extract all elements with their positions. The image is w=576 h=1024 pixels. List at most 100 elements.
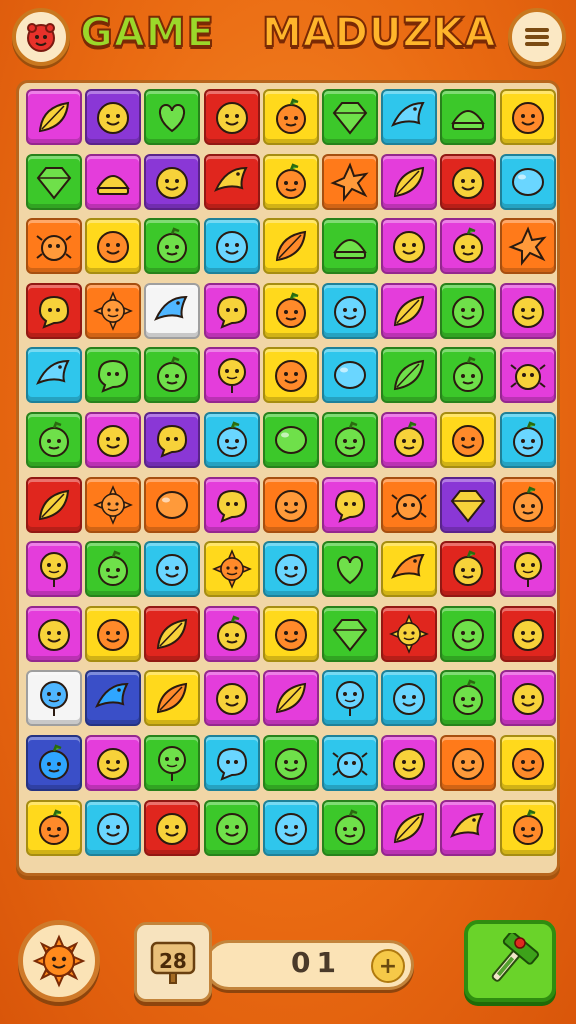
board-tile[interactable]: [26, 670, 82, 727]
board-tile[interactable]: [499, 670, 556, 727]
board-tile[interactable]: [381, 347, 438, 404]
board-tile[interactable]: [85, 218, 142, 275]
board-tile[interactable]: [144, 218, 201, 275]
logo-button[interactable]: [12, 8, 70, 66]
board-tile[interactable]: [85, 153, 142, 210]
board-tile[interactable]: [85, 282, 142, 339]
board-tile[interactable]: [203, 670, 260, 727]
board-tile[interactable]: [440, 153, 497, 210]
board-tile[interactable]: [381, 282, 438, 339]
board-tile[interactable]: [381, 218, 438, 275]
board-tile[interactable]: [381, 735, 438, 791]
board-tile[interactable]: [203, 282, 260, 339]
board-tile[interactable]: [85, 541, 142, 598]
board-tile[interactable]: [26, 476, 82, 533]
board-tile[interactable]: [203, 799, 260, 856]
board-tile[interactable]: [322, 347, 378, 404]
board-tile[interactable]: [262, 799, 319, 856]
board-tile[interactable]: [262, 541, 319, 598]
board-tile[interactable]: [144, 89, 201, 145]
board-tile[interactable]: [322, 605, 378, 662]
board-tile[interactable]: [26, 412, 82, 468]
board-tile[interactable]: [85, 412, 142, 468]
board-tile[interactable]: [262, 670, 319, 727]
board-tile[interactable]: [144, 735, 201, 791]
board-tile[interactable]: [440, 347, 497, 404]
board-tile[interactable]: [440, 218, 497, 275]
board-tile[interactable]: [381, 670, 438, 727]
board-tile[interactable]: [381, 89, 438, 145]
board-tile[interactable]: [26, 153, 82, 210]
board-tile[interactable]: [499, 89, 556, 145]
board-tile[interactable]: [203, 89, 260, 145]
board-tile[interactable]: [381, 476, 438, 533]
board-tile[interactable]: [322, 735, 378, 791]
board-tile[interactable]: [85, 347, 142, 404]
board-tile[interactable]: [499, 282, 556, 339]
board-tile[interactable]: [499, 541, 556, 598]
board-tile[interactable]: [144, 347, 201, 404]
board-tile[interactable]: [203, 412, 260, 468]
board-tile[interactable]: [203, 153, 260, 210]
board-tile[interactable]: [440, 412, 497, 468]
board-tile[interactable]: [322, 799, 378, 856]
board-tile[interactable]: [26, 218, 82, 275]
board-tile[interactable]: [499, 605, 556, 662]
board-tile[interactable]: [322, 670, 378, 727]
board-tile[interactable]: [85, 799, 142, 856]
board-tile[interactable]: [322, 476, 378, 533]
board-tile[interactable]: [203, 605, 260, 662]
board-tile[interactable]: [262, 282, 319, 339]
board-tile[interactable]: [322, 153, 378, 210]
board-tile[interactable]: [144, 282, 201, 339]
board-tile[interactable]: [262, 476, 319, 533]
board-tile[interactable]: [262, 153, 319, 210]
board-tile[interactable]: [26, 605, 82, 662]
board-tile[interactable]: [440, 541, 497, 598]
board-tile[interactable]: [203, 218, 260, 275]
board-tile[interactable]: [262, 412, 319, 468]
board-tile[interactable]: [499, 476, 556, 533]
board-tile[interactable]: [440, 670, 497, 727]
board-tile[interactable]: [203, 347, 260, 404]
board-tile[interactable]: [322, 282, 378, 339]
board-tile[interactable]: [85, 89, 142, 145]
board-tile[interactable]: [26, 282, 82, 339]
board-tile[interactable]: [26, 347, 82, 404]
board-tile[interactable]: [440, 476, 497, 533]
board-tile[interactable]: [440, 282, 497, 339]
board-tile[interactable]: [322, 89, 378, 145]
board-tile[interactable]: [262, 735, 319, 791]
board-tile[interactable]: [144, 605, 201, 662]
board-tile[interactable]: [440, 735, 497, 791]
power-up-button[interactable]: [18, 920, 100, 1002]
board-tile[interactable]: [144, 412, 201, 468]
board-tile[interactable]: [144, 541, 201, 598]
board-tile[interactable]: [499, 799, 556, 856]
board-tile[interactable]: [381, 799, 438, 856]
board-tile[interactable]: [262, 605, 319, 662]
board-tile[interactable]: [381, 541, 438, 598]
board-tile[interactable]: [26, 541, 82, 598]
board-tile[interactable]: [85, 476, 142, 533]
board-tile[interactable]: [322, 541, 378, 598]
board-tile[interactable]: [381, 412, 438, 468]
board-tile[interactable]: [262, 218, 319, 275]
board-tile[interactable]: [499, 347, 556, 404]
board-tile[interactable]: [85, 670, 142, 727]
board-tile[interactable]: [26, 89, 82, 145]
board-tile[interactable]: [262, 347, 319, 404]
board-tile[interactable]: [203, 476, 260, 533]
add-coins-button[interactable]: +: [371, 949, 405, 983]
board-tile[interactable]: [144, 153, 201, 210]
menu-button[interactable]: [508, 8, 566, 66]
board-tile[interactable]: [499, 412, 556, 468]
board-tile[interactable]: [85, 735, 142, 791]
board-tile[interactable]: [499, 153, 556, 210]
board-tile[interactable]: [144, 799, 201, 856]
board-tile[interactable]: [322, 218, 378, 275]
board-tile[interactable]: [381, 153, 438, 210]
board-tile[interactable]: [499, 218, 556, 275]
board-tile[interactable]: [381, 605, 438, 662]
board-tile[interactable]: [203, 541, 260, 598]
